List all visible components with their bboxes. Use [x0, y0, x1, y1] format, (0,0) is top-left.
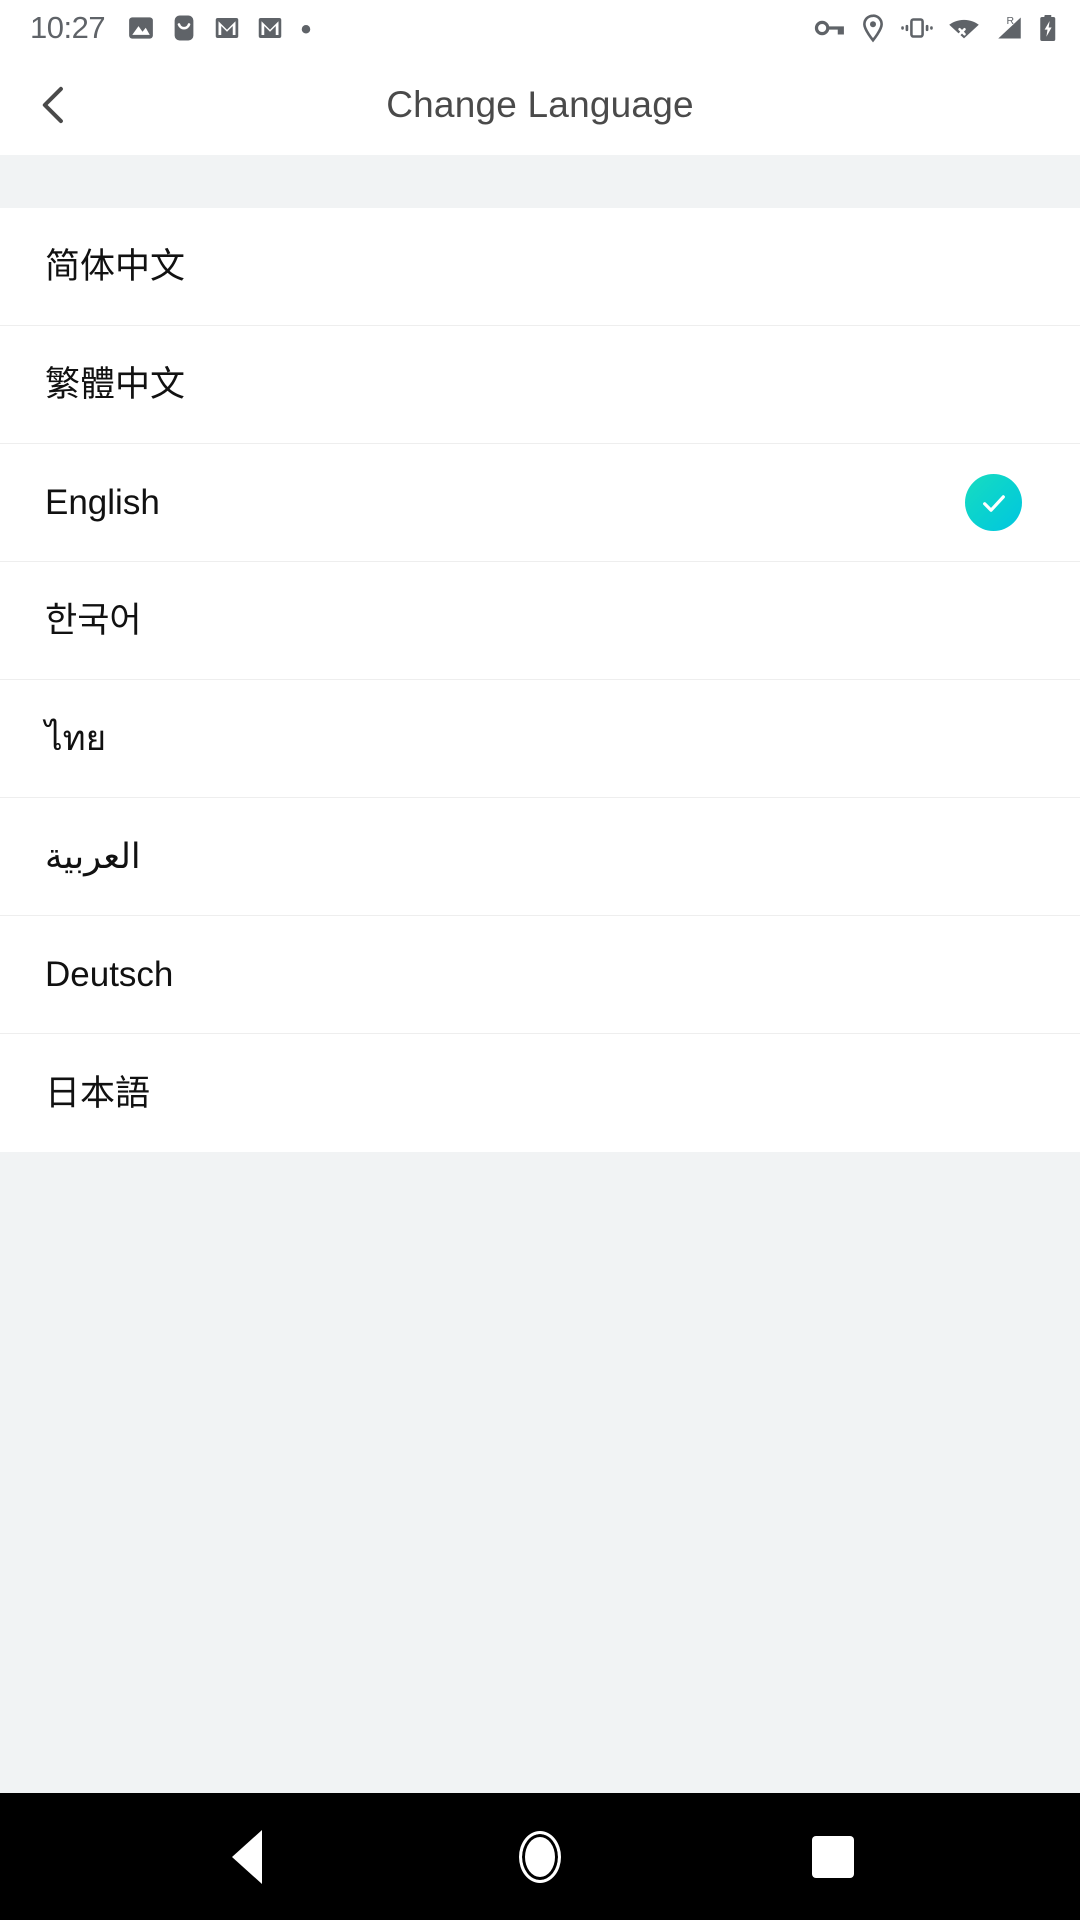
language-label: 繁體中文: [45, 365, 186, 404]
status-bar-system-icons: R: [814, 13, 1058, 43]
page-title: Change Language: [386, 84, 694, 125]
nav-home-button[interactable]: [480, 1793, 600, 1920]
phone-screen: 10:27 R Change Language 简体中文 繁體中文 Englis…: [0, 0, 1080, 1920]
app-header: Change Language: [0, 55, 1080, 155]
language-list: 简体中文 繁體中文 English 한국어 ไทย العربية Deutsc…: [0, 208, 1080, 1152]
list-item[interactable]: Deutsch: [0, 916, 1080, 1034]
section-spacer: [0, 155, 1080, 208]
dot-icon: [301, 24, 311, 33]
empty-area: [0, 1152, 1080, 1793]
check-icon: [982, 494, 1005, 512]
language-label: العربية: [45, 837, 141, 876]
language-label: ไทย: [45, 719, 107, 758]
language-label: 简体中文: [45, 247, 186, 286]
nav-recents-button[interactable]: [773, 1793, 893, 1920]
triangle-back-icon: [231, 1829, 262, 1884]
circle-home-icon: [518, 1830, 561, 1883]
status-bar: 10:27 R: [0, 0, 1080, 55]
language-label: English: [45, 483, 160, 522]
roaming-signal-icon: R: [998, 14, 1021, 38]
vpn-key-icon: [814, 20, 844, 35]
battery-charging-icon: [1040, 14, 1056, 41]
image-icon: [129, 16, 153, 39]
list-item[interactable]: 简体中文: [0, 208, 1080, 326]
square-recents-icon: [812, 1835, 855, 1878]
language-label: Deutsch: [45, 955, 174, 994]
wifi-off-icon: [949, 19, 979, 38]
list-item[interactable]: 日本語: [0, 1034, 1080, 1152]
gmail-icon: [258, 17, 282, 38]
vibrate-icon: [901, 17, 933, 38]
status-bar-notification-icons: [126, 13, 314, 43]
selected-check-badge: [965, 474, 1022, 531]
back-button[interactable]: [16, 55, 92, 155]
messenger-icon: [174, 15, 194, 40]
language-label: 한국어: [45, 601, 142, 640]
list-item-selected[interactable]: English: [0, 444, 1080, 562]
svg-text:R: R: [1007, 14, 1015, 26]
location-pin-icon: [863, 13, 883, 42]
system-navigation-bar: [0, 1793, 1080, 1920]
list-item[interactable]: 繁體中文: [0, 326, 1080, 444]
status-bar-clock: 10:27: [30, 10, 106, 45]
list-item[interactable]: العربية: [0, 798, 1080, 916]
language-label: 日本語: [45, 1073, 151, 1113]
chevron-left-icon: [42, 86, 63, 124]
nav-back-button[interactable]: [187, 1793, 307, 1920]
list-item[interactable]: ไทย: [0, 680, 1080, 798]
list-item[interactable]: 한국어: [0, 562, 1080, 680]
gmail-icon: [215, 17, 239, 38]
